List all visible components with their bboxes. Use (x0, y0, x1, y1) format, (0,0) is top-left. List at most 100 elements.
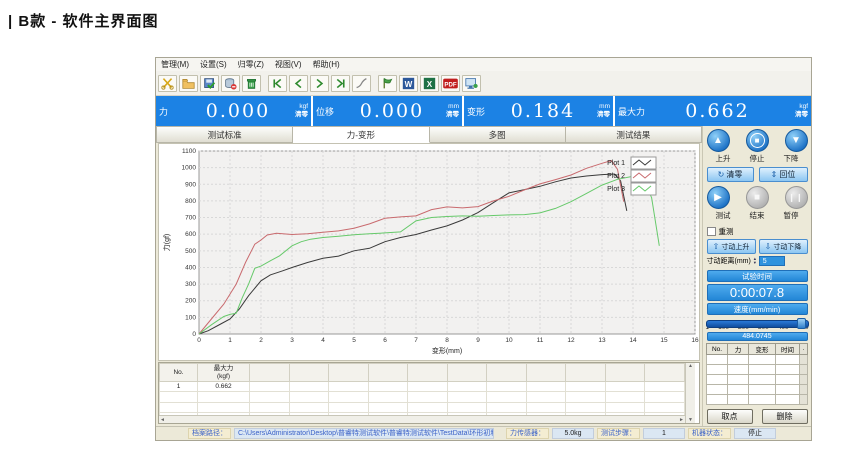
svg-text:1100: 1100 (182, 148, 196, 155)
results-horizontal-scrollbar[interactable]: ◄► (159, 415, 685, 423)
svg-text:0: 0 (197, 337, 201, 344)
flag-icon (381, 77, 394, 90)
up-label: 上升 (707, 153, 740, 164)
svg-text:16: 16 (691, 337, 699, 344)
svg-text:7: 7 (414, 337, 418, 344)
results-col-header (447, 364, 487, 382)
menu-item-4[interactable]: 帮助(H) (313, 59, 340, 70)
up-button[interactable]: ▲ (707, 129, 730, 152)
displacement-panel: 位移0.000mm清零 (313, 96, 462, 126)
first-icon (271, 77, 284, 90)
speed-value: 484.0745 (707, 332, 808, 341)
speed-slider[interactable] (706, 318, 809, 323)
main-area: 测试标准力-变形多图测试结果 0123456789101112131415160… (156, 126, 811, 426)
tab-3[interactable]: 测试结果 (566, 126, 702, 143)
jog-distance-stepper[interactable]: ▲▼ (753, 257, 757, 265)
last-tool-button[interactable] (331, 75, 350, 92)
spin-down-icon[interactable]: ▼ (753, 261, 757, 265)
zero-button[interactable]: ↻清零 (707, 167, 754, 182)
play-icon: ▶ (714, 192, 722, 203)
pdf-tool-button[interactable]: PDF (441, 75, 460, 92)
down-button[interactable]: ▼ (785, 129, 808, 152)
deformation-panel: 变形0.184mm清零 (464, 96, 613, 126)
svg-text:100: 100 (185, 314, 196, 321)
svg-text:1000: 1000 (182, 165, 197, 172)
excel-tool-button[interactable]: X (420, 75, 439, 92)
return-icon: ⇕ (771, 170, 778, 179)
svg-text:300: 300 (185, 281, 196, 288)
tab-1[interactable]: 力-变形 (293, 126, 429, 143)
results-vertical-scrollbar[interactable]: ▲▼ (685, 363, 695, 423)
svg-text:500: 500 (185, 248, 196, 255)
cut-icon (161, 77, 174, 90)
results-col-header: 最大力(kgf) (198, 364, 250, 382)
deformation-clear-button[interactable]: 清零 (597, 111, 610, 118)
scroll-up-icon[interactable]: ▲ (688, 363, 693, 369)
slider-handle[interactable] (797, 318, 806, 329)
jog-down-button[interactable]: ⇩寸动下降 (759, 239, 808, 254)
pdf-icon: PDF (443, 77, 458, 90)
jog-distance-label: 寸动距离(mm) (707, 256, 751, 266)
displacement-clear-button[interactable]: 清零 (446, 111, 459, 118)
next-tool-button[interactable] (310, 75, 329, 92)
stop-button[interactable]: ■ (746, 129, 769, 152)
max-force-panel: 最大力0.662kgf清零 (615, 96, 811, 126)
menu-item-1[interactable]: 设置(S) (200, 59, 227, 70)
screen-icon (465, 77, 478, 90)
force-clear-button[interactable]: 清零 (295, 111, 308, 118)
tab-2[interactable]: 多图 (430, 126, 566, 143)
export-db-tool-button[interactable] (221, 75, 240, 92)
return-button[interactable]: ⇕回位 (759, 167, 808, 182)
tab-0[interactable]: 测试标准 (156, 126, 293, 143)
results-table: No.最大力(kgf)10.662 (159, 363, 685, 423)
pause-button[interactable]: ❙❙ (785, 186, 808, 209)
scroll-left-icon[interactable]: ◄ (160, 417, 165, 423)
curve-icon (355, 77, 368, 90)
menu-item-0[interactable]: 管理(M) (161, 59, 189, 70)
max-force-label: 最大力 (618, 105, 645, 118)
machine-state-status-label: 机器状态： (688, 428, 731, 439)
delete-tool-button[interactable] (242, 75, 261, 92)
scroll-down-icon[interactable]: ▼ (688, 417, 693, 423)
results-col-header (526, 364, 566, 382)
open-file-icon (182, 77, 195, 90)
results-row[interactable]: 10.662 (160, 382, 685, 392)
force-sensor-status-value: 5.0kg (552, 428, 594, 439)
menu-item-2[interactable]: 归零(Z) (238, 59, 264, 70)
first-tool-button[interactable] (268, 75, 287, 92)
save-tool-button[interactable] (200, 75, 219, 92)
point-table-scrollbar[interactable]: · (800, 344, 808, 355)
word-icon: W (402, 77, 415, 90)
cut-tool-button[interactable] (158, 75, 177, 92)
scroll-right-icon[interactable]: ► (679, 417, 684, 423)
prev-tool-button[interactable] (289, 75, 308, 92)
open-file-tool-button[interactable] (179, 75, 198, 92)
speed-header: 速度(mm/min) (707, 303, 808, 315)
delete-button[interactable]: 删除 (762, 409, 808, 424)
slider-track[interactable] (706, 320, 809, 328)
jog-distance-value[interactable]: 5 (759, 256, 785, 266)
svg-text:6: 6 (383, 337, 387, 344)
curve-tool-button[interactable] (352, 75, 371, 92)
svg-text:11: 11 (537, 337, 544, 344)
word-tool-button[interactable]: W (399, 75, 418, 92)
menu-item-3[interactable]: 视图(V) (275, 59, 302, 70)
point-col-header: 力 (728, 344, 749, 355)
take-point-button[interactable]: 取点 (707, 409, 753, 424)
screen-tool-button[interactable] (462, 75, 481, 92)
svg-text:800: 800 (185, 198, 196, 205)
retest-checkbox[interactable] (707, 227, 716, 236)
svg-text:10: 10 (505, 337, 513, 344)
svg-text:600: 600 (185, 231, 196, 238)
flag-tool-button[interactable] (378, 75, 397, 92)
test-button[interactable]: ▶ (707, 186, 730, 209)
max-force-clear-button[interactable]: 清零 (795, 111, 808, 118)
max-force-value: 0.662 (645, 100, 790, 122)
jog-down-icon: ⇩ (765, 242, 772, 251)
jog-up-button[interactable]: ⇧寸动上升 (707, 239, 756, 254)
stop-icon: ■ (750, 133, 765, 148)
results-row-empty (160, 402, 685, 412)
retest-label: 重测 (719, 226, 734, 237)
save-icon (203, 77, 216, 90)
end-button[interactable]: ■ (746, 186, 769, 209)
